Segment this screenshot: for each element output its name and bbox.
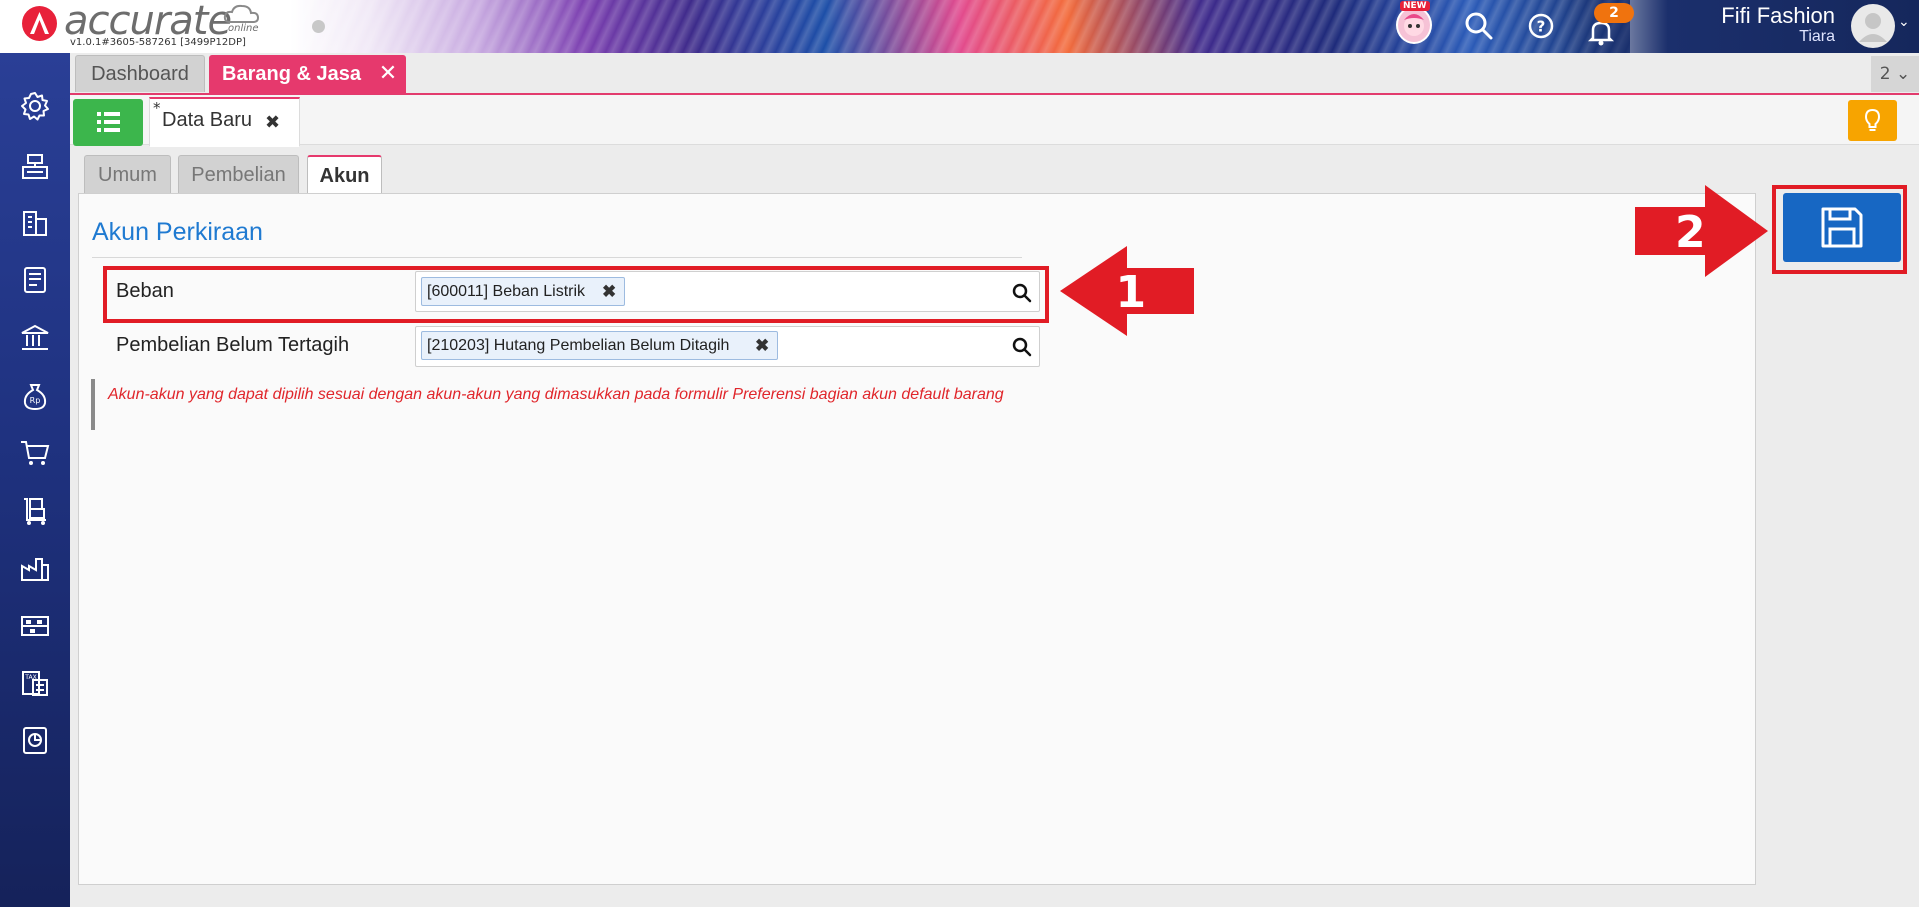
highlight-box [103, 266, 1049, 323]
version-text: v1.0.1#3605-587261 [3499P12DP] [70, 37, 246, 48]
money-bag-icon[interactable]: Rp [18, 379, 52, 413]
divider [92, 257, 1022, 258]
unsaved-marker: * [153, 99, 161, 117]
save-button[interactable] [1783, 193, 1901, 262]
mascot-avatar[interactable] [1396, 6, 1432, 44]
svg-text:TAX: TAX [24, 674, 36, 681]
bank-icon[interactable] [18, 321, 52, 355]
logo-online: online [228, 23, 259, 34]
annotation-arrow-right: 2 [1635, 185, 1768, 277]
svg-text:?: ? [1537, 18, 1546, 36]
pembelian-belum-tertagih-label: Pembelian Belum Tertagih [116, 334, 350, 356]
search-icon[interactable] [1463, 10, 1495, 42]
top-bar: accurate online v1.0.1#3605-587261 [3499… [0, 0, 1919, 53]
annotation-number-2: 2 [1675, 207, 1706, 258]
chip-label: [210203] Hutang Pembelian Belum Ditagih [427, 337, 730, 354]
building-icon[interactable] [18, 206, 52, 240]
status-dot [312, 20, 325, 33]
tab-akun[interactable]: Akun [307, 155, 382, 196]
user-name[interactable]: Fifi Fashion [1700, 3, 1835, 29]
close-icon[interactable]: ✖ [265, 112, 280, 133]
app-root: accurate online v1.0.1#3605-587261 [3499… [0, 0, 1919, 907]
remove-chip-icon[interactable]: ✖ [755, 332, 769, 359]
shopping-cart-icon[interactable] [18, 436, 52, 470]
annotation-number-1: 1 [1116, 267, 1147, 318]
tab-data-baru-label: Data Baru [162, 109, 253, 131]
help-icon[interactable]: ? [1525, 10, 1557, 42]
sidebar: Rp TAX [0, 53, 70, 907]
trolley-boxes-icon[interactable] [18, 494, 52, 528]
help-note: Akun-akun yang dapat dipilih sesuai deng… [108, 386, 1004, 403]
cash-register-icon[interactable] [18, 149, 52, 183]
tax-document-icon[interactable]: TAX [18, 666, 52, 700]
list-view-button[interactable] [73, 99, 143, 146]
settings-gear-icon[interactable] [18, 89, 52, 123]
search-icon[interactable] [1011, 336, 1033, 358]
tips-button[interactable] [1848, 100, 1897, 141]
open-tabs-dropdown[interactable]: 2 ⌄ [1871, 56, 1919, 92]
tab-dashboard[interactable]: Dashboard [75, 55, 205, 92]
annotation-arrow-left: 1 [1060, 246, 1194, 336]
floppy-disk-icon [1821, 207, 1863, 248]
svg-text:Rp: Rp [30, 396, 41, 405]
chevron-down-icon[interactable]: ⌄ [1898, 14, 1910, 30]
tab-pembelian[interactable]: Pembelian [178, 155, 299, 194]
sub-tab-bar [70, 95, 1919, 145]
tab-umum[interactable]: Umum [84, 155, 171, 194]
factory-icon[interactable] [18, 551, 52, 585]
account-chip: [210203] Hutang Pembelian Belum Ditagih … [421, 331, 778, 360]
notification-badge: 2 [1594, 3, 1634, 23]
close-tab-icon[interactable]: ✕ [376, 56, 400, 92]
new-badge: NEW [1400, 1, 1430, 11]
note-border [91, 379, 95, 430]
user-subtitle: Tiara [1799, 28, 1835, 45]
section-title: Akun Perkiraan [92, 218, 263, 246]
accurate-logo-icon[interactable] [22, 6, 57, 41]
warehouse-shelf-icon[interactable] [18, 609, 52, 643]
report-chart-icon[interactable] [18, 723, 52, 757]
list-icon [97, 112, 120, 132]
lightbulb-icon [1864, 108, 1881, 131]
user-avatar[interactable] [1851, 4, 1895, 48]
ledger-book-icon[interactable] [18, 263, 52, 297]
